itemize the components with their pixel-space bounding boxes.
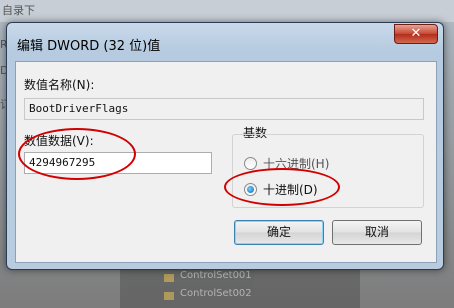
radio-button-selected-icon[interactable] bbox=[244, 183, 257, 196]
radio-decimal-label: 十进制(D) bbox=[263, 183, 318, 197]
edit-dword-dialog: 编辑 DWORD (32 位)值 ✕ 数值名称(N): BootDriverFl… bbox=[6, 22, 444, 270]
folder-icon bbox=[164, 292, 174, 300]
ok-button[interactable]: 确定 bbox=[234, 220, 324, 245]
cancel-button[interactable]: 取消 bbox=[332, 220, 422, 245]
tree-item: ControlSet002 bbox=[180, 288, 252, 299]
close-icon: ✕ bbox=[410, 26, 422, 41]
dialog-client-area: 数值名称(N): BootDriverFlags 数值数据(V): 429496… bbox=[15, 61, 437, 263]
value-data-input[interactable]: 4294967295 bbox=[24, 152, 212, 174]
background-toolbar bbox=[0, 0, 454, 22]
value-name-field[interactable]: BootDriverFlags bbox=[24, 98, 424, 120]
radio-hexadecimal-label: 十六进制(H) bbox=[263, 157, 330, 171]
close-button[interactable]: ✕ bbox=[394, 24, 438, 44]
folder-icon bbox=[164, 274, 174, 282]
value-name-label: 数值名称(N): bbox=[24, 78, 95, 92]
dialog-title: 编辑 DWORD (32 位)值 bbox=[17, 39, 161, 54]
radio-decimal[interactable]: 十进制(D) bbox=[244, 181, 318, 198]
tree-item: ControlSet001 bbox=[180, 270, 252, 281]
radio-hexadecimal[interactable]: 十六进制(H) bbox=[244, 155, 329, 172]
value-data-label: 数值数据(V): bbox=[24, 134, 94, 148]
radio-button-icon[interactable] bbox=[244, 157, 257, 170]
background-top-text: 自录下 bbox=[2, 4, 35, 17]
